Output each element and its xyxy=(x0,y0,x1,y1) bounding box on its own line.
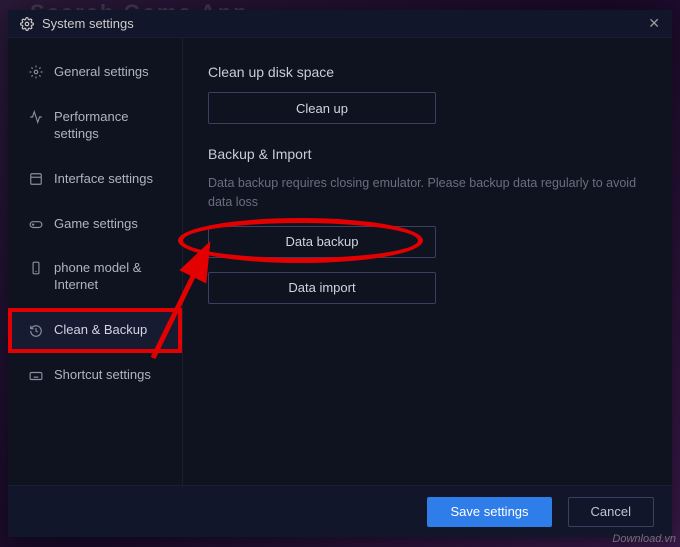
gear-icon xyxy=(28,64,44,80)
data-backup-button[interactable]: Data backup xyxy=(208,226,436,258)
backup-helper-text: Data backup requires closing emulator. P… xyxy=(208,174,638,212)
save-button[interactable]: Save settings xyxy=(427,497,551,527)
history-icon xyxy=(28,323,44,339)
pulse-icon xyxy=(28,109,44,125)
sidebar-item-game[interactable]: Game settings xyxy=(8,202,182,247)
data-import-button[interactable]: Data import xyxy=(208,272,436,304)
sidebar-item-label: Interface settings xyxy=(54,171,168,188)
sidebar-item-label: phone model & Internet xyxy=(54,260,168,294)
footer: Save settings Cancel xyxy=(8,485,672,537)
sidebar-item-label: Shortcut settings xyxy=(54,367,168,384)
sidebar: General settings Performance settings In… xyxy=(8,38,183,485)
sidebar-item-label: Game settings xyxy=(54,216,168,233)
sidebar-item-label: General settings xyxy=(54,64,168,81)
sidebar-item-label: Performance settings xyxy=(54,109,168,143)
sidebar-item-general[interactable]: General settings xyxy=(8,50,182,95)
close-icon[interactable]: ✕ xyxy=(648,15,660,32)
cancel-button[interactable]: Cancel xyxy=(568,497,654,527)
sidebar-item-shortcut[interactable]: Shortcut settings xyxy=(8,353,182,398)
sidebar-item-interface[interactable]: Interface settings xyxy=(8,157,182,202)
gamepad-icon xyxy=(28,216,44,232)
sidebar-item-clean-backup[interactable]: Clean & Backup xyxy=(8,308,182,353)
sidebar-item-performance[interactable]: Performance settings xyxy=(8,95,182,157)
keyboard-icon xyxy=(28,368,44,384)
settings-modal: System settings ✕ General settings Perfo… xyxy=(8,10,672,537)
phone-icon xyxy=(28,260,44,276)
titlebar: System settings ✕ xyxy=(8,10,672,38)
clean-up-button[interactable]: Clean up xyxy=(208,92,436,124)
watermark-text: Download.vn xyxy=(612,533,676,545)
modal-body: General settings Performance settings In… xyxy=(8,38,672,485)
window-title: System settings xyxy=(42,16,134,31)
sidebar-item-phone-model[interactable]: phone model & Internet xyxy=(8,246,182,308)
gear-icon xyxy=(20,17,34,31)
sidebar-item-label: Clean & Backup xyxy=(54,322,168,339)
backup-section-title: Backup & Import xyxy=(208,146,644,162)
content-pane: Clean up disk space Clean up Backup & Im… xyxy=(183,38,672,485)
layout-icon xyxy=(28,171,44,187)
cleanup-section-title: Clean up disk space xyxy=(208,64,644,80)
